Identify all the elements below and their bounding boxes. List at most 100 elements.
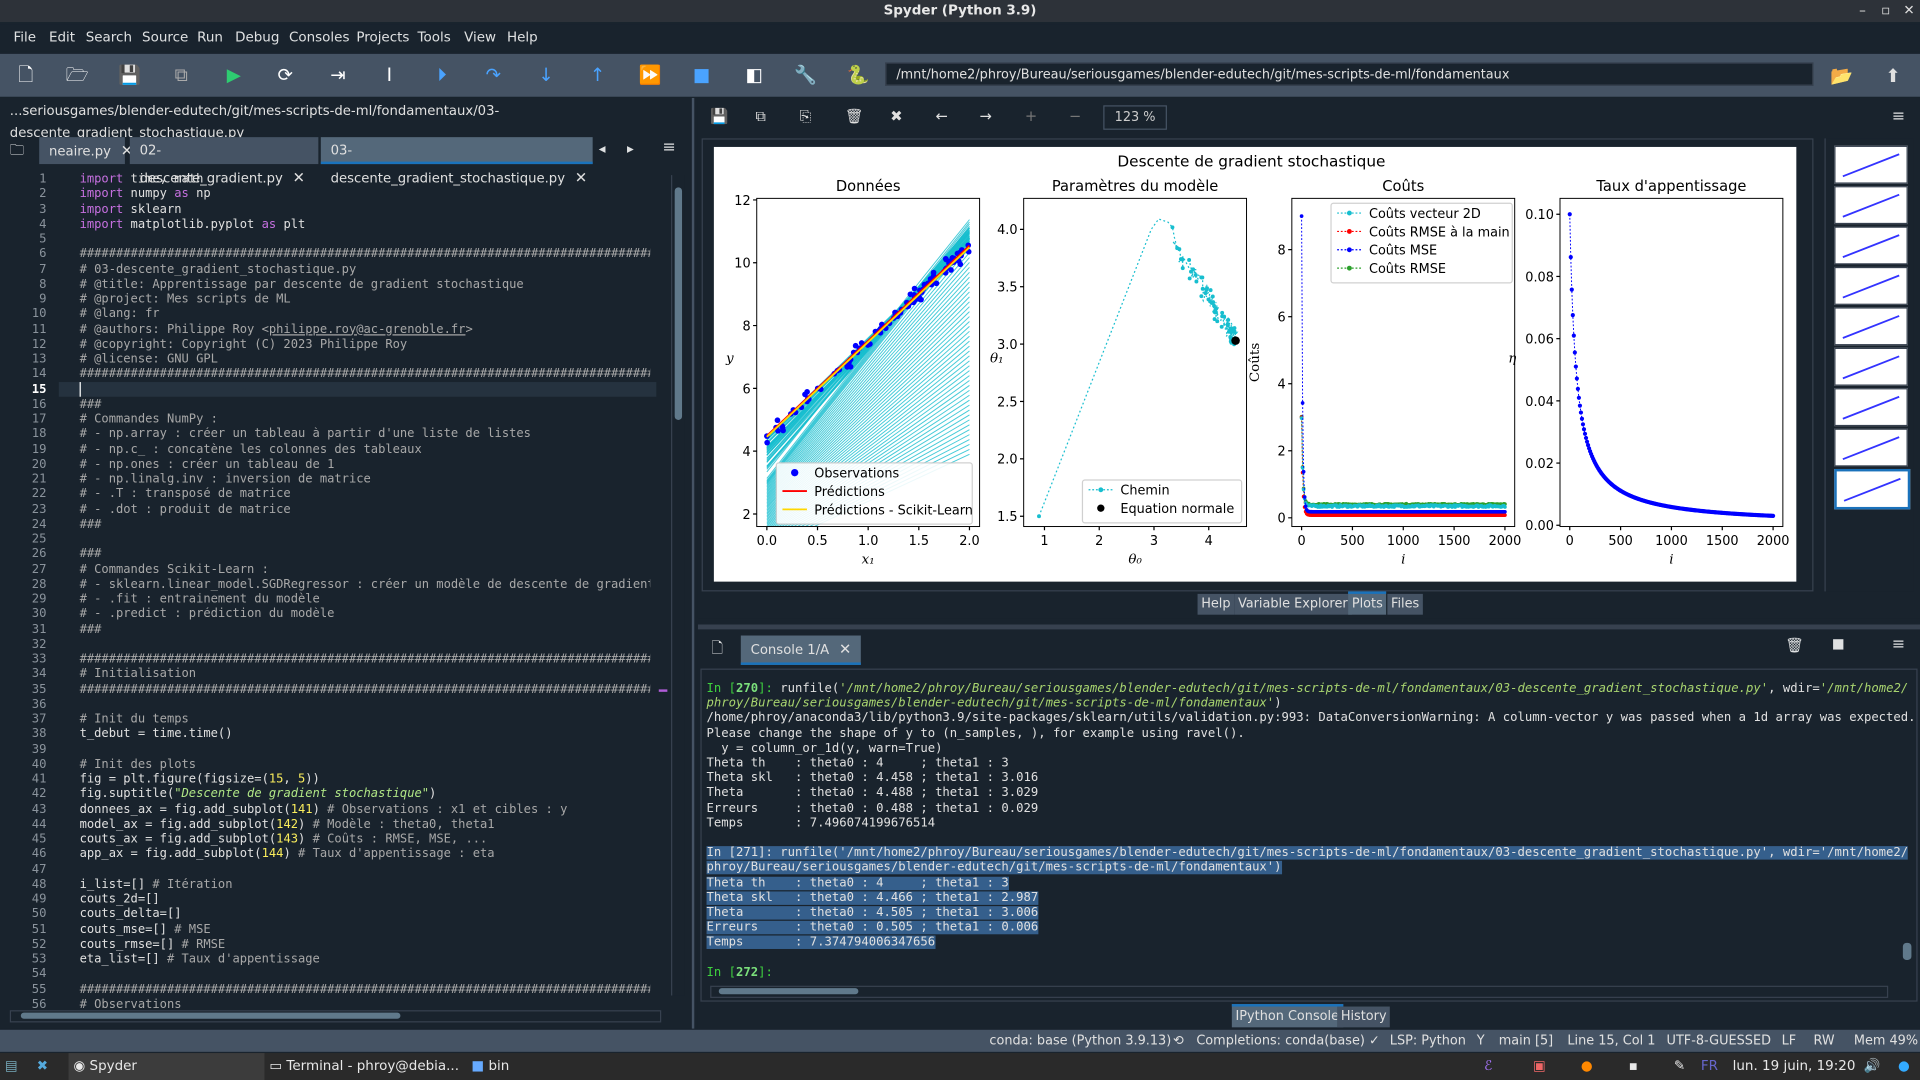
- code-line[interactable]: # - np.c_ : concatène les colonnes des t…: [80, 443, 422, 458]
- stop-icon[interactable]: ■: [688, 61, 715, 88]
- code-line[interactable]: ###: [80, 518, 102, 533]
- console-options-icon[interactable]: ≡: [1892, 636, 1905, 654]
- code-line[interactable]: # Init des plots: [80, 758, 196, 773]
- scroll-tabs-right-icon[interactable]: ▸: [627, 141, 634, 157]
- tab-plots[interactable]: Plots: [1348, 591, 1387, 615]
- close-console-icon[interactable]: ✕: [839, 640, 851, 657]
- code-line[interactable]: # Initialisation: [80, 668, 196, 683]
- code-line[interactable]: # @lang: fr: [80, 308, 160, 323]
- code-line[interactable]: couts_ax = fig.add_subplot(143) # Coûts …: [80, 833, 488, 848]
- code-line[interactable]: import matplotlib.pyplot as plt: [80, 218, 306, 233]
- minimize-button[interactable]: –: [1851, 0, 1873, 22]
- editor-tab[interactable]: neaire.py ✕: [39, 137, 133, 165]
- code-line[interactable]: model_ax = fig.add_subplot(142) # Modèle…: [80, 818, 495, 833]
- code-line[interactable]: # - .T : transposé de matrice: [80, 488, 291, 503]
- close-window-button[interactable]: ✕: [1898, 0, 1920, 22]
- menu-edit[interactable]: Edit: [49, 29, 75, 45]
- code-line[interactable]: # - .predict : prédiction du modèle: [80, 608, 335, 623]
- browse-tabs-icon[interactable]: 🗀: [10, 138, 25, 164]
- plot-thumbnail[interactable]: [1834, 347, 1908, 386]
- file-manager-icon[interactable]: ▤: [5, 1053, 18, 1080]
- app-menu-icon[interactable]: ✖: [37, 1053, 48, 1080]
- firefox-icon[interactable]: ●: [1581, 1053, 1593, 1080]
- bluetooth-icon[interactable]: ●: [1898, 1053, 1910, 1080]
- tab-ipython-console[interactable]: IPython Console: [1231, 1004, 1343, 1028]
- run-icon[interactable]: ▶: [220, 61, 247, 88]
- menu-consoles[interactable]: Consoles: [289, 29, 349, 45]
- tab-history[interactable]: History: [1337, 1006, 1391, 1028]
- maximize-pane-icon[interactable]: ◧: [741, 61, 768, 88]
- browse-folder-icon[interactable]: 📂: [1828, 62, 1855, 89]
- lsp-status[interactable]: LSP: Python: [1390, 1030, 1466, 1052]
- copy-plot-icon[interactable]: ⎘: [800, 108, 812, 126]
- code-line[interactable]: ########################################…: [80, 983, 651, 998]
- plot-thumbnail[interactable]: [1834, 307, 1908, 346]
- menu-view[interactable]: View: [464, 29, 496, 45]
- menu-projects[interactable]: Projects: [356, 29, 409, 45]
- debug-icon[interactable]: ⏵: [429, 61, 456, 88]
- save-icon[interactable]: 💾: [116, 61, 143, 88]
- previous-plot-icon[interactable]: ←: [936, 108, 948, 125]
- parent-directory-icon[interactable]: ⬆: [1880, 62, 1907, 89]
- code-line[interactable]: ########################################…: [80, 683, 651, 698]
- code-line[interactable]: # - .fit : entrainement du modèle: [80, 593, 320, 608]
- interrupt-kernel-icon[interactable]: ■: [1832, 636, 1845, 652]
- volume-icon[interactable]: 🔊: [1864, 1053, 1881, 1080]
- remove-plot-icon[interactable]: 🗑: [845, 108, 864, 125]
- code-line[interactable]: t_debut = time.time(): [80, 728, 233, 743]
- clock[interactable]: lun. 19 juin, 19:20: [1733, 1053, 1856, 1080]
- code-line[interactable]: # @license: GNU GPL: [80, 353, 218, 368]
- editor-vertical-scrollbar[interactable]: [671, 175, 685, 996]
- save-plot-icon[interactable]: 💾: [710, 108, 728, 125]
- preferences-icon[interactable]: 🔧: [792, 61, 819, 88]
- code-line[interactable]: # 03-descente_gradient_stochastique.py: [80, 263, 357, 278]
- code-line[interactable]: # @title: Apprentissage par descente de …: [80, 278, 524, 293]
- code-line[interactable]: # @project: Mes scripts de ML: [80, 293, 291, 308]
- code-line[interactable]: ###: [80, 548, 102, 563]
- plot-thumbnail[interactable]: [1834, 226, 1908, 265]
- new-file-icon[interactable]: 🗋: [12, 61, 39, 88]
- code-line[interactable]: ########################################…: [80, 368, 651, 383]
- menu-help[interactable]: Help: [507, 29, 538, 45]
- step-icon[interactable]: ↷: [480, 61, 507, 88]
- save-all-plots-icon[interactable]: ⧉: [756, 108, 767, 126]
- code-line[interactable]: # @copyright: Copyright (C) 2023 Philipp…: [80, 338, 408, 353]
- code-line[interactable]: import sklearn: [80, 203, 182, 218]
- plot-thumbnail[interactable]: [1834, 428, 1908, 467]
- editor-tab-active[interactable]: 03-descente_gradient_stochastique.py ✕: [320, 137, 593, 186]
- options-menu-icon[interactable]: ≡: [662, 138, 675, 156]
- code-line[interactable]: i_list=[] # Itération: [80, 878, 233, 893]
- run-cell-advance-icon[interactable]: ⇥: [324, 61, 351, 88]
- code-line[interactable]: couts_delta=[]: [80, 908, 182, 923]
- save-all-icon[interactable]: ⧉: [168, 61, 195, 88]
- tab-files[interactable]: Files: [1387, 593, 1423, 615]
- plot-thumbnail[interactable]: [1834, 145, 1908, 184]
- code-line[interactable]: # Init du temps: [80, 713, 189, 728]
- close-tab-icon[interactable]: ✕: [293, 169, 305, 186]
- code-line[interactable]: ###: [80, 398, 102, 413]
- menu-run[interactable]: Run: [197, 29, 223, 45]
- zoom-in-icon[interactable]: +: [1025, 108, 1037, 125]
- code-line[interactable]: app_ax = fig.add_subplot(144) # Taux d'a…: [80, 848, 495, 863]
- console-horizontal-scrollbar[interactable]: [710, 985, 1889, 998]
- scroll-tabs-left-icon[interactable]: ◂: [599, 141, 606, 157]
- menu-debug[interactable]: Debug: [235, 29, 279, 45]
- code-line[interactable]: # @authors: Philippe Roy <philippe.roy@a…: [80, 323, 473, 338]
- editor-tab[interactable]: 02-descente_gradient.py ✕: [129, 137, 319, 186]
- plot-thumbnail[interactable]: [1834, 388, 1908, 427]
- taskbar-app-spyder[interactable]: ◉ Spyder: [68, 1053, 265, 1080]
- git-branch-status[interactable]: main [5]: [1499, 1030, 1553, 1052]
- code-line[interactable]: import numpy as np: [80, 188, 211, 203]
- open-file-icon[interactable]: 🗁: [64, 61, 91, 88]
- keyboard-layout[interactable]: FR: [1701, 1053, 1718, 1080]
- code-line[interactable]: ########################################…: [80, 248, 651, 263]
- code-line[interactable]: # - sklearn.linear_model.SGDRegressor : …: [80, 578, 651, 593]
- code-line[interactable]: ###: [80, 623, 102, 638]
- code-line[interactable]: # Observations: [80, 998, 182, 1013]
- code-line[interactable]: # - np.array : créer un tableau à partir…: [80, 428, 531, 443]
- run-selection-icon[interactable]: I: [376, 61, 403, 88]
- taskbar-app-bin[interactable]: ■ bin: [471, 1053, 509, 1080]
- terminal-tray-icon[interactable]: ▪: [1629, 1053, 1638, 1080]
- completions-status[interactable]: Completions: conda(base): [1196, 1030, 1365, 1052]
- menu-search[interactable]: Search: [86, 29, 132, 45]
